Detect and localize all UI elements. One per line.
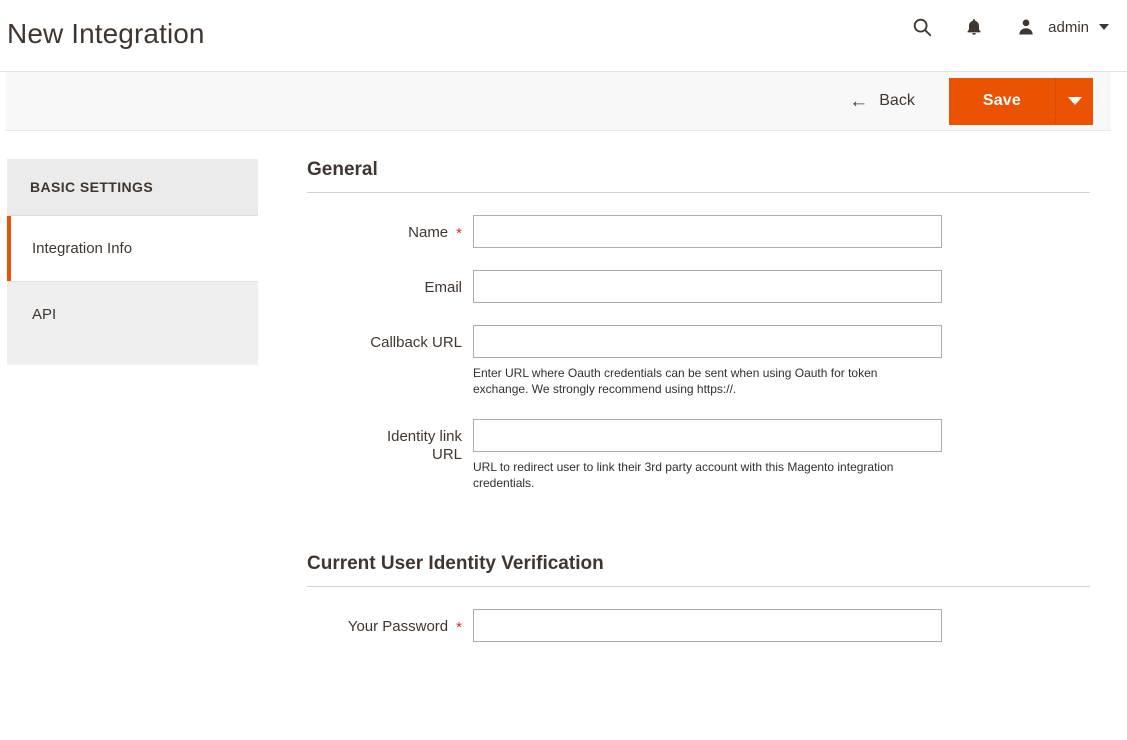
field-control: Enter URL where Oauth credentials can be… xyxy=(462,325,942,397)
field-label-wrap: Identity link URL xyxy=(307,419,462,464)
page-title: New Integration xyxy=(7,18,205,49)
save-button[interactable]: Save xyxy=(948,77,1055,125)
admin-username: admin xyxy=(1048,18,1089,36)
field-label-your-password: Your Password xyxy=(347,618,449,635)
page-actions-toolbar: ← Back Save xyxy=(5,72,1111,131)
field-control xyxy=(462,270,942,303)
field-row-callback-url: Callback URL Enter URL where Oauth crede… xyxy=(307,325,1090,397)
save-dropdown-toggle[interactable] xyxy=(1055,77,1093,125)
back-button[interactable]: ← Back xyxy=(847,86,917,117)
sidebar-item-label: API xyxy=(32,306,57,323)
field-control xyxy=(462,215,942,248)
email-input[interactable] xyxy=(473,270,942,303)
arrow-left-icon: ← xyxy=(849,90,869,112)
field-label-wrap: Name * xyxy=(307,215,462,243)
sidebar-item-label: Integration Info xyxy=(32,240,133,257)
identity-link-url-input[interactable] xyxy=(473,419,942,452)
field-control xyxy=(462,609,942,642)
field-row-identity-link-url: Identity link URL URL to redirect user t… xyxy=(307,419,1090,491)
field-label-callback-url: Callback URL xyxy=(370,334,462,351)
field-control: URL to redirect user to link their 3rd p… xyxy=(462,419,942,491)
sidebar-item-api[interactable]: API xyxy=(7,282,258,365)
search-icon[interactable] xyxy=(909,14,935,40)
field-row-email: Email xyxy=(307,270,1090,303)
field-row-your-password: Your Password * xyxy=(307,609,1090,642)
field-label-wrap: Your Password * xyxy=(307,609,462,637)
section-title-identity-verification: Current User Identity Verification xyxy=(307,553,1090,587)
bell-icon[interactable] xyxy=(961,14,987,40)
sidebar-heading: BASIC SETTINGS xyxy=(7,159,258,216)
admin-menu[interactable]: admin xyxy=(1013,14,1109,40)
header-actions: admin xyxy=(909,14,1109,40)
back-button-label: Back xyxy=(879,92,915,109)
save-split-button: Save xyxy=(948,77,1093,125)
identity-link-url-note: URL to redirect user to link their 3rd p… xyxy=(473,460,894,490)
page-header: New Integration admin xyxy=(0,0,1127,72)
field-label-email: Email xyxy=(424,279,462,296)
integration-form: General Name * Email Callback URL Enter … xyxy=(258,159,1127,664)
user-icon xyxy=(1013,14,1039,40)
callback-url-note: Enter URL where Oauth credentials can be… xyxy=(473,366,878,396)
callback-url-input[interactable] xyxy=(473,325,942,358)
field-label-wrap: Callback URL xyxy=(307,325,462,352)
sidebar-item-integration-info[interactable]: Integration Info xyxy=(7,216,258,282)
chevron-down-icon xyxy=(1067,97,1082,105)
section-title-general: General xyxy=(307,159,1090,193)
sidebar-nav: Integration Info API xyxy=(7,216,258,365)
your-password-input[interactable] xyxy=(473,609,942,642)
field-label-wrap: Email xyxy=(307,270,462,297)
name-input[interactable] xyxy=(473,215,942,248)
page-content: BASIC SETTINGS Integration Info API Gene… xyxy=(0,131,1127,664)
field-row-name: Name * xyxy=(307,215,1090,248)
field-label-name: Name xyxy=(408,224,449,241)
chevron-down-icon xyxy=(1099,24,1109,30)
field-label-identity-link-url: Identity link URL xyxy=(386,428,462,463)
settings-sidebar: BASIC SETTINGS Integration Info API xyxy=(7,159,258,365)
